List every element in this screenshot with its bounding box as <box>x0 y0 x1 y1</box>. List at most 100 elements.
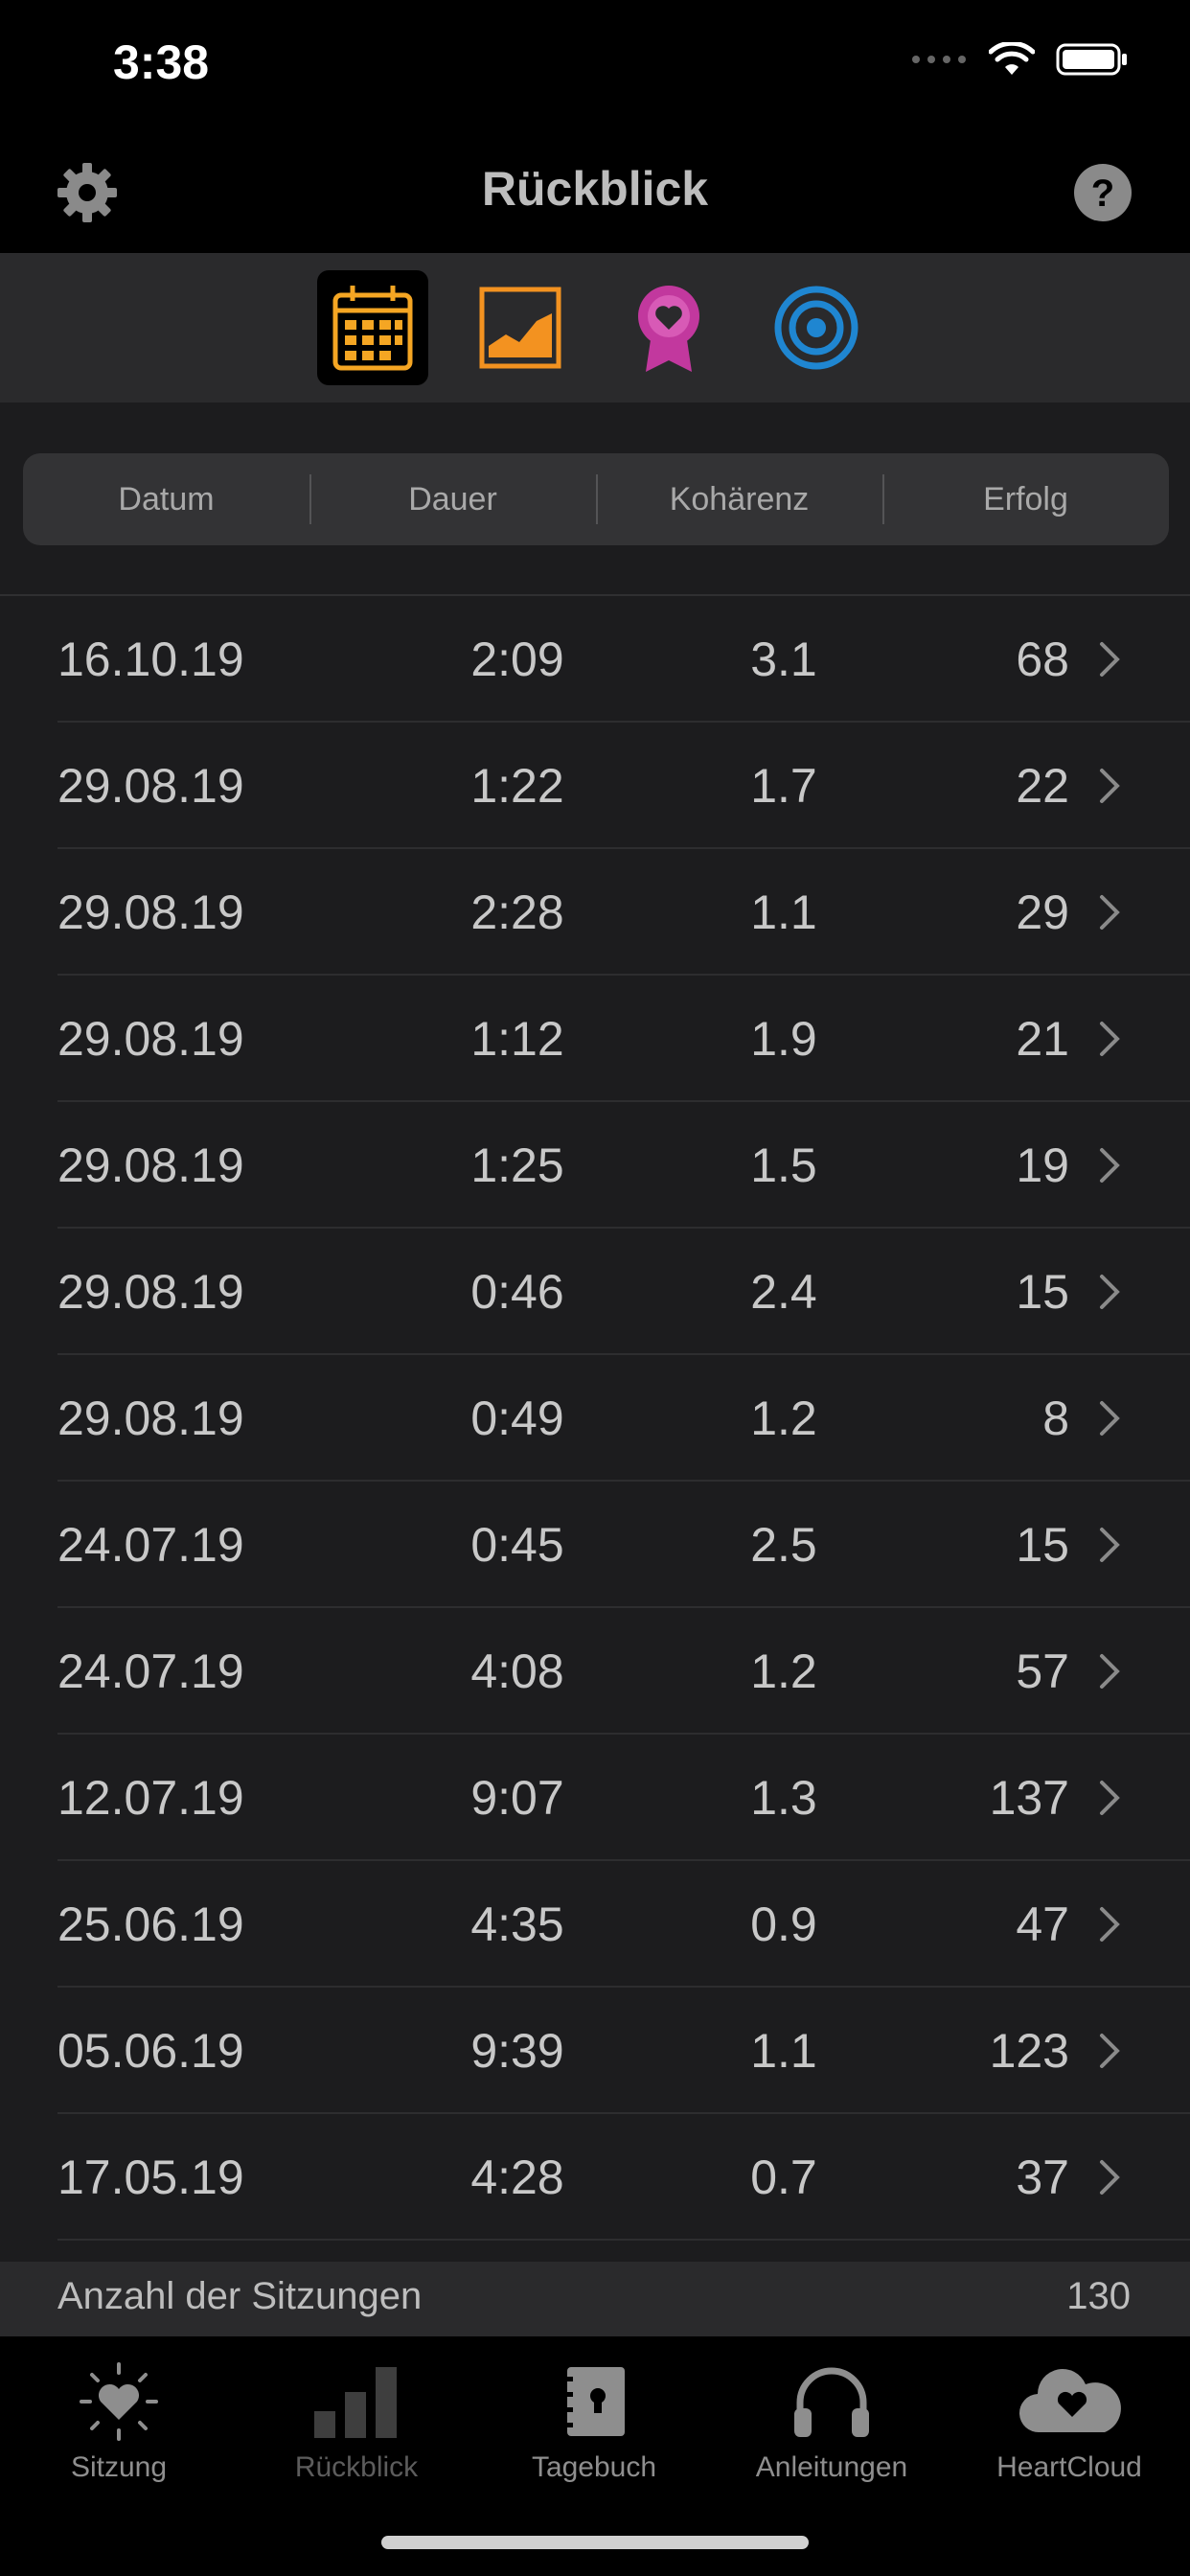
row-duration: 2:09 <box>470 632 564 686</box>
row-duration: 9:39 <box>470 2024 564 2078</box>
session-count-label: Anzahl der Sitzungen <box>57 2275 423 2317</box>
row-coherence: 3.1 <box>750 632 817 686</box>
sort-by-date[interactable]: Datum <box>23 453 309 545</box>
row-success: 8 <box>1042 1392 1069 1445</box>
row-date: 29.08.19 <box>57 1265 244 1319</box>
row-coherence: 2.4 <box>750 1265 817 1319</box>
status-bar: 3:38 <box>0 0 1190 134</box>
table-row[interactable]: 24.07.19 0:45 2.5 15 <box>0 1482 1190 1608</box>
row-coherence: 1.1 <box>750 2024 817 2078</box>
bars-icon <box>314 2367 397 2438</box>
row-duration: 4:28 <box>470 2150 564 2204</box>
sort-by-success[interactable]: Erfolg <box>882 453 1169 545</box>
calendar-icon <box>332 286 413 371</box>
chevron-right-icon <box>1100 1654 1120 1689</box>
table-header: Datum Dauer Kohärenz Erfolg <box>23 453 1169 545</box>
svg-text:?: ? <box>1091 172 1114 215</box>
table-row[interactable]: 05.06.19 9:39 1.1 123 <box>0 1988 1190 2114</box>
calendar-view-button[interactable] <box>317 270 428 385</box>
award-heart-icon <box>638 286 699 372</box>
tab-sitzung[interactable]: Sitzung <box>0 2354 238 2507</box>
heart-sun-icon <box>80 2362 158 2441</box>
tab-rueckblick[interactable]: Rückblick <box>238 2354 475 2507</box>
row-date: 29.08.19 <box>57 1012 244 1066</box>
cloud-heart-icon <box>1018 2369 1121 2433</box>
row-date: 24.07.19 <box>57 1644 244 1698</box>
row-coherence: 0.9 <box>750 1898 817 1951</box>
row-duration: 2:28 <box>470 886 564 939</box>
row-success: 123 <box>989 2024 1069 2078</box>
chevron-right-icon <box>1100 1528 1120 1562</box>
battery-icon <box>1056 43 1127 76</box>
chevron-right-icon <box>1100 1781 1120 1815</box>
table-row[interactable]: 29.08.19 1:22 1.7 22 <box>0 723 1190 849</box>
row-success: 29 <box>1016 886 1069 939</box>
row-duration: 9:07 <box>470 1771 564 1825</box>
row-date: 29.08.19 <box>57 886 244 939</box>
row-date: 25.06.19 <box>57 1898 244 1951</box>
table-row[interactable]: 29.08.19 0:49 1.2 8 <box>0 1355 1190 1482</box>
row-date: 29.08.19 <box>57 1392 244 1445</box>
row-date: 29.08.19 <box>57 1138 244 1192</box>
row-success: 68 <box>1016 632 1069 686</box>
tab-tagebuch[interactable]: Tagebuch <box>475 2354 713 2507</box>
chevron-right-icon <box>1100 1022 1120 1056</box>
row-success: 47 <box>1016 1898 1069 1951</box>
row-duration: 0:46 <box>470 1265 564 1319</box>
row-coherence: 0.7 <box>750 2150 817 2204</box>
row-coherence: 1.7 <box>750 759 817 813</box>
home-indicator <box>381 2536 809 2549</box>
row-coherence: 1.5 <box>750 1138 817 1192</box>
help-icon: ? <box>1074 164 1132 221</box>
table-row[interactable]: 29.08.19 0:46 2.4 15 <box>0 1229 1190 1355</box>
session-count-bar: Anzahl der Sitzungen 130 <box>0 2262 1190 2336</box>
row-date: 16.10.19 <box>57 632 244 686</box>
awards-view-button[interactable] <box>613 270 724 385</box>
status-icons <box>910 42 1129 77</box>
chevron-right-icon <box>1100 1907 1120 1942</box>
row-duration: 1:12 <box>470 1012 564 1066</box>
help-button[interactable]: ? <box>1069 159 1136 226</box>
table-row[interactable]: 25.06.19 4:35 0.9 47 <box>0 1861 1190 1988</box>
row-coherence: 2.5 <box>750 1518 817 1572</box>
row-coherence: 1.1 <box>750 886 817 939</box>
tab-label: Tagebuch <box>531 2451 657 2483</box>
goals-view-button[interactable] <box>761 270 872 385</box>
row-coherence: 1.3 <box>750 1771 817 1825</box>
sort-by-duration[interactable]: Dauer <box>309 453 596 545</box>
row-success: 19 <box>1016 1138 1069 1192</box>
table-row[interactable]: 12.07.19 9:07 1.3 137 <box>0 1735 1190 1861</box>
table-row[interactable]: 16.10.19 2:09 3.1 68 <box>0 596 1190 723</box>
tab-heartcloud[interactable]: HeartCloud <box>950 2354 1188 2507</box>
headphones-icon <box>794 2367 869 2437</box>
signal-icon <box>912 56 966 63</box>
tab-label: Anleitungen <box>755 2451 908 2483</box>
row-duration: 0:49 <box>470 1392 564 1445</box>
row-duration: 4:08 <box>470 1644 564 1698</box>
target-icon <box>774 286 858 370</box>
row-success: 21 <box>1016 1012 1069 1066</box>
chevron-right-icon <box>1100 769 1120 803</box>
row-duration: 4:35 <box>470 1898 564 1951</box>
table-row[interactable]: 29.08.19 2:28 1.1 29 <box>0 849 1190 976</box>
session-list: 16.10.19 2:09 3.1 68 29.08.19 1:22 1.7 2… <box>0 596 1190 2241</box>
row-duration: 1:22 <box>470 759 564 813</box>
row-coherence: 1.2 <box>750 1392 817 1445</box>
table-row[interactable]: 29.08.19 1:25 1.5 19 <box>0 1102 1190 1229</box>
row-date: 05.06.19 <box>57 2024 244 2078</box>
chart-view-button[interactable] <box>465 270 576 385</box>
table-row[interactable]: 29.08.19 1:12 1.9 21 <box>0 976 1190 1102</box>
sort-by-coherence[interactable]: Kohärenz <box>596 453 882 545</box>
row-success: 37 <box>1016 2150 1069 2204</box>
row-duration: 0:45 <box>470 1518 564 1572</box>
status-time: 3:38 <box>113 35 210 89</box>
tab-label: HeartCloud <box>996 2451 1142 2483</box>
row-coherence: 1.2 <box>750 1644 817 1698</box>
chevron-right-icon <box>1100 895 1120 930</box>
table-row[interactable]: 24.07.19 4:08 1.2 57 <box>0 1608 1190 1735</box>
tab-label: Rückblick <box>294 2451 419 2483</box>
navigation-bar: Rückblick ? <box>0 134 1190 253</box>
row-success: 22 <box>1016 759 1069 813</box>
table-row[interactable]: 17.05.19 4:28 0.7 37 <box>0 2114 1190 2241</box>
tab-anleitungen[interactable]: Anleitungen <box>713 2354 950 2507</box>
